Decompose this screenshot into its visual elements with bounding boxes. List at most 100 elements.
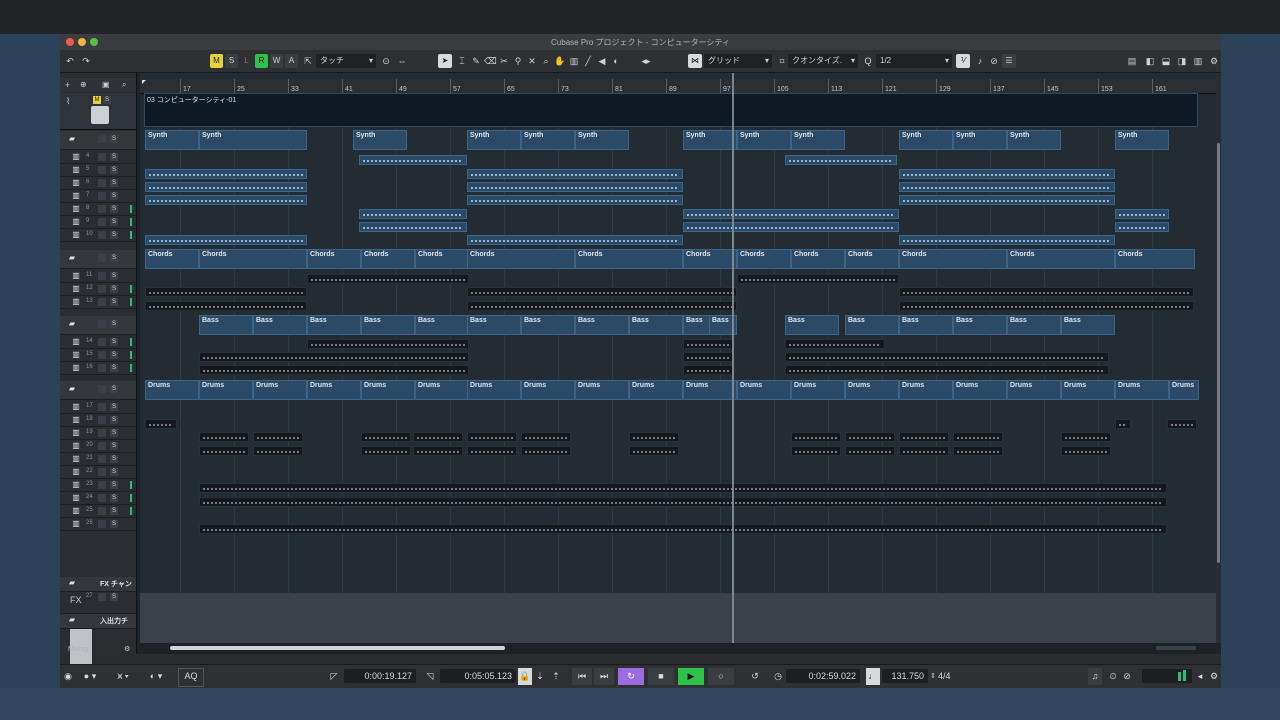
midi-part[interactable]: [683, 365, 733, 375]
ruler[interactable]: 17 25 33 41 49 57 65 73 81 89 97 105 113 121 129 137 145…: [140, 79, 1216, 94]
midi-part[interactable]: [413, 446, 463, 456]
iterative-quantize-button[interactable]: ⅟: [956, 54, 970, 68]
solo-button[interactable]: S: [110, 429, 118, 437]
mute-button[interactable]: [98, 351, 106, 359]
listen-status-button[interactable]: L: [240, 54, 253, 68]
mute-button[interactable]: [98, 338, 106, 346]
folder-part[interactable]: Drums: [307, 380, 361, 400]
mute-button[interactable]: [98, 192, 106, 200]
nudge-icon[interactable]: ◂▸: [640, 54, 652, 68]
click-settings-icon[interactable]: ⊘: [1120, 668, 1134, 685]
midi-part[interactable]: [145, 182, 307, 192]
lower-zone-icon[interactable]: ⬓: [1160, 54, 1172, 68]
midi-part[interactable]: [791, 432, 841, 442]
folder-part[interactable]: Bass: [521, 315, 575, 335]
midi-part[interactable]: [899, 169, 1115, 179]
midi-part[interactable]: [521, 432, 571, 442]
midi-part[interactable]: [629, 432, 679, 442]
mute-button[interactable]: [98, 385, 106, 393]
folder-part[interactable]: Synth: [737, 130, 791, 150]
horizontal-scroll-thumb[interactable]: [170, 646, 505, 650]
midi-part[interactable]: [1061, 432, 1111, 442]
instrument-track-header[interactable]: ▥ 21 S: [60, 453, 136, 466]
solo-button[interactable]: S: [110, 218, 118, 226]
midi-part[interactable]: [1061, 446, 1111, 456]
quantize-panel-button[interactable]: ☰: [1002, 54, 1016, 68]
folder-part[interactable]: Chords: [899, 249, 1007, 269]
time-format-icon[interactable]: ↺: [748, 668, 762, 685]
midi-part[interactable]: [413, 432, 463, 442]
instrument-track-header[interactable]: ▥ 19 S: [60, 427, 136, 440]
horizontal-scrollbar[interactable]: [140, 643, 1216, 654]
midi-part[interactable]: [199, 497, 1167, 507]
folder-part[interactable]: Chords: [415, 249, 469, 269]
midi-part[interactable]: [899, 195, 1115, 205]
midi-part[interactable]: [467, 446, 517, 456]
mute-status-button[interactable]: M: [210, 54, 223, 68]
solo-button[interactable]: S: [110, 166, 118, 174]
mute-button[interactable]: [98, 520, 106, 528]
mute-button[interactable]: [98, 285, 106, 293]
precount-icon[interactable]: ⏲: [1106, 668, 1120, 685]
activate-project-icon[interactable]: ◉: [62, 668, 74, 685]
folder-track-header[interactable]: ▰ S: [60, 250, 136, 269]
track-list-view-icon[interactable]: ▣: [102, 80, 110, 89]
mute-tool-icon[interactable]: ✕: [526, 54, 538, 68]
folder-part[interactable]: Synth: [1007, 130, 1061, 150]
media-bay-icon[interactable]: ▤: [1126, 54, 1138, 68]
midi-part[interactable]: [1167, 419, 1197, 429]
left-locator-marker[interactable]: [142, 80, 146, 84]
line-tool-icon[interactable]: ╱: [582, 54, 594, 68]
folder-part[interactable]: Bass: [1007, 315, 1061, 335]
folder-part[interactable]: Drums: [1115, 380, 1169, 400]
folder-part[interactable]: Bass: [253, 315, 307, 335]
midi-part[interactable]: [199, 446, 249, 456]
midi-part[interactable]: [467, 287, 737, 297]
punch-in-icon[interactable]: ⇣: [534, 668, 546, 685]
folder-part[interactable]: Chords: [845, 249, 899, 269]
instrument-track-header[interactable]: ▥ 7 S: [60, 190, 136, 203]
position-display[interactable]: 0:02:59.022: [786, 669, 860, 683]
meter-menu-icon[interactable]: ◂: [1194, 668, 1206, 685]
midi-part[interactable]: [899, 235, 1115, 245]
folder-part[interactable]: Synth: [467, 130, 521, 150]
right-locator-display[interactable]: 0:05:05.123: [440, 669, 516, 683]
folder-part[interactable]: Drums: [1061, 380, 1115, 400]
midi-part[interactable]: [683, 352, 733, 362]
mute-button[interactable]: [98, 593, 106, 601]
read-automation-button[interactable]: R: [255, 54, 268, 68]
midi-part[interactable]: [361, 446, 411, 456]
right-zone-icon[interactable]: ◨: [1176, 54, 1188, 68]
midi-part[interactable]: [1115, 419, 1131, 429]
snap-toggle-button[interactable]: ⋈: [688, 54, 702, 68]
mute-button[interactable]: [98, 416, 106, 424]
record-button[interactable]: ○: [708, 668, 734, 685]
midi-part[interactable]: [845, 446, 895, 456]
mute-button[interactable]: [98, 254, 106, 262]
folder-part[interactable]: Chords: [737, 249, 791, 269]
instrument-track-header[interactable]: ▥ 17 S: [60, 401, 136, 414]
record-mode-icon[interactable]: ● ▾: [80, 668, 100, 685]
timewarp-tool-icon[interactable]: ▥: [568, 54, 580, 68]
folder-part[interactable]: Chords: [145, 249, 199, 269]
midi-part[interactable]: [359, 222, 467, 232]
folder-part[interactable]: Chords: [307, 249, 361, 269]
midi-part[interactable]: [307, 274, 469, 284]
track-presets-icon[interactable]: ⊕: [80, 80, 87, 89]
midi-part[interactable]: [521, 446, 571, 456]
settings-icon[interactable]: ⚙: [1208, 668, 1220, 685]
midi-part[interactable]: [199, 365, 469, 375]
metronome-mode-icon[interactable]: ◐ ▾: [146, 668, 166, 685]
folder-part[interactable]: Synth: [199, 130, 307, 150]
instrument-track-header[interactable]: ▥ 14 S: [60, 336, 136, 349]
folder-part[interactable]: Chords: [791, 249, 845, 269]
folder-part[interactable]: Bass: [361, 315, 415, 335]
solo-button[interactable]: S: [110, 442, 118, 450]
midi-part[interactable]: [899, 446, 949, 456]
cycle-button[interactable]: ↻: [618, 668, 644, 685]
mute-button[interactable]: [98, 507, 106, 515]
midi-part[interactable]: [629, 446, 679, 456]
audio-track-header[interactable]: ⌇ M S: [60, 93, 136, 130]
midi-part[interactable]: [899, 182, 1115, 192]
folder-part[interactable]: Drums: [521, 380, 575, 400]
